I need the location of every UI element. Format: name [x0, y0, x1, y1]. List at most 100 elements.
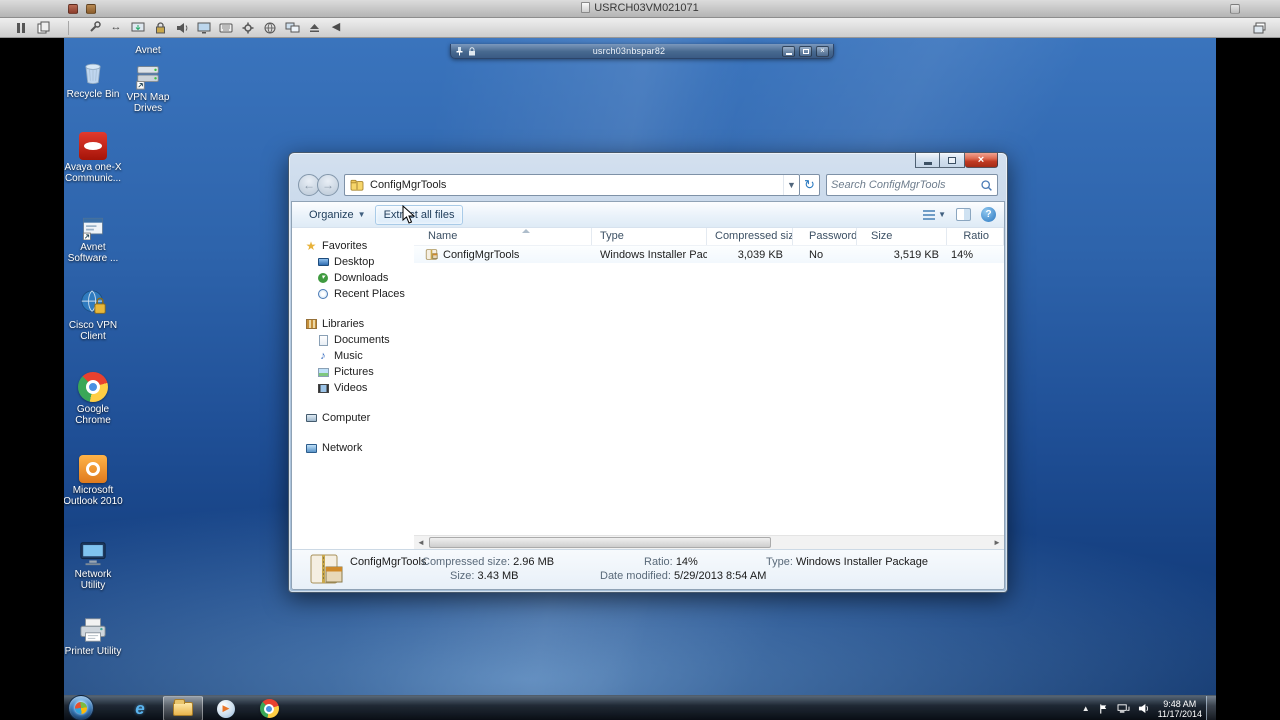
column-header-password[interactable]: Password ... — [793, 228, 857, 245]
globe-icon[interactable] — [259, 20, 281, 36]
table-row[interactable]: ConfigMgrTools Windows Installer Package… — [414, 246, 1004, 263]
chrome-icon — [259, 699, 279, 718]
details-pane: ConfigMgrTools Compressed size: 2.96 MB … — [292, 549, 1004, 589]
column-header-type[interactable]: Type — [592, 228, 707, 245]
swap-arrows-icon[interactable]: ↔ — [105, 20, 127, 36]
wrench-icon[interactable] — [83, 20, 105, 36]
taskbar-windows-explorer[interactable] — [163, 696, 203, 720]
desktop-icon-vpn-map-drives[interactable]: VPN Map Drives — [117, 58, 179, 114]
desktop-icon-google-chrome[interactable]: Google Chrome — [64, 370, 124, 426]
taskbar-media-player[interactable]: ▶ — [206, 696, 246, 720]
nav-item-desktop[interactable]: Desktop — [292, 254, 414, 270]
taskbar-google-chrome[interactable] — [249, 696, 289, 720]
search-input[interactable] — [831, 179, 980, 191]
column-header-compressed-size[interactable]: Compressed size — [707, 228, 793, 245]
extract-all-files-button[interactable]: Extract all files — [374, 204, 464, 225]
details-modified-value: 5/29/2013 8:54 AM — [674, 570, 767, 582]
clock-time: 9:48 AM — [1163, 699, 1197, 709]
window-restore-icon[interactable] — [1248, 20, 1270, 36]
network-icon — [305, 442, 317, 454]
chevron-down-icon: ▼ — [357, 210, 366, 219]
search-icon[interactable] — [980, 179, 993, 192]
details-type-value: Windows Installer Package — [795, 556, 929, 568]
monitor-download-icon[interactable] — [127, 20, 149, 36]
drives-icon — [117, 58, 179, 90]
nav-item-downloads[interactable]: Downloads — [292, 270, 414, 286]
gear-icon[interactable] — [237, 20, 259, 36]
zip-folder-icon — [350, 179, 364, 191]
desktop-icon-cisco-vpn-client[interactable]: Cisco VPN Client — [64, 286, 124, 342]
eject-icon[interactable] — [303, 20, 325, 36]
back-arrow-icon[interactable]: ◀ — [325, 20, 347, 36]
address-box[interactable]: ConfigMgrTools ▼ — [344, 174, 800, 196]
minimize-button[interactable] — [782, 45, 795, 57]
network-icon[interactable] — [1117, 703, 1130, 714]
details-ratio-value: 14% — [675, 556, 698, 568]
change-view-button[interactable]: ▼ — [923, 209, 946, 220]
horizontal-scrollbar[interactable]: ◄ ► — [414, 535, 1004, 549]
close-button[interactable]: × — [816, 45, 829, 57]
action-center-flag-icon[interactable] — [1098, 703, 1109, 715]
displays-icon[interactable] — [281, 20, 303, 36]
show-hidden-icons-button[interactable]: ▲ — [1082, 704, 1090, 713]
pause-icon[interactable] — [10, 20, 32, 36]
explorer-window: × ← → ConfigMgrTools ▼ ↻ Search ConfigMg… — [288, 152, 1008, 593]
nav-item-documents[interactable]: Documents — [292, 332, 414, 348]
volume-icon[interactable] — [1138, 703, 1150, 714]
host-fullscreen-button[interactable] — [1230, 4, 1240, 14]
column-header-name[interactable]: Name — [414, 228, 592, 245]
nav-item-network[interactable]: Network — [292, 440, 414, 456]
display-icon[interactable] — [193, 20, 215, 36]
start-button[interactable] — [68, 695, 94, 720]
msi-zip-file-icon — [425, 249, 438, 260]
toolbar-separator — [68, 20, 69, 35]
nav-item-videos[interactable]: Videos — [292, 380, 414, 396]
vnc-toolbar: ↔ ◀ — [0, 18, 1280, 38]
breadcrumb[interactable]: ConfigMgrTools — [364, 179, 452, 191]
scrollbar-thumb[interactable] — [429, 537, 772, 548]
desktop-icon-avnet-label[interactable]: Avnet — [117, 45, 179, 56]
organize-button[interactable]: Organize ▼ — [300, 205, 375, 225]
lock-icon[interactable] — [149, 20, 171, 36]
scroll-right-icon[interactable]: ► — [990, 536, 1004, 549]
nav-group-favorites[interactable]: ★ Favorites — [292, 238, 414, 254]
help-button[interactable] — [981, 207, 996, 222]
refresh-button[interactable]: ↻ — [800, 174, 820, 196]
column-header-ratio[interactable]: Ratio — [947, 228, 1004, 245]
taskbar-internet-explorer[interactable]: e — [120, 696, 160, 720]
address-dropdown-icon[interactable]: ▼ — [783, 175, 799, 195]
show-desktop-button[interactable] — [1206, 696, 1216, 720]
taskbar: e ▶ ▲ 9:48 AM 11/17/2014 — [64, 695, 1216, 720]
desktop-icon-avaya-one-x[interactable]: Avaya one-X Communic... — [64, 128, 124, 184]
lock-icon — [469, 46, 475, 55]
minimize-button[interactable] — [915, 153, 940, 168]
preview-pane-button[interactable] — [956, 208, 971, 221]
documents-icon — [317, 334, 329, 346]
desktop-icon-avnet-software[interactable]: Avnet Software ... — [64, 208, 124, 264]
maximize-button[interactable] — [940, 153, 965, 168]
details-modified-label: Date modified: — [600, 570, 671, 582]
restore-button[interactable] — [799, 45, 812, 57]
rdp-connection-bar: usrch03nbspar82 × — [450, 44, 834, 59]
nav-item-recent-places[interactable]: Recent Places — [292, 286, 414, 302]
nav-group-libraries[interactable]: Libraries — [292, 316, 414, 332]
column-header-size[interactable]: Size — [857, 228, 947, 245]
keyboard-icon[interactable] — [215, 20, 237, 36]
volume-icon[interactable] — [171, 20, 193, 36]
desktop-icon-printer-utility[interactable]: Printer Utility — [64, 612, 124, 657]
scroll-left-icon[interactable]: ◄ — [414, 536, 428, 549]
forward-button[interactable]: → — [317, 174, 339, 196]
nav-item-pictures[interactable]: Pictures — [292, 364, 414, 380]
pin-icon[interactable] — [455, 46, 464, 56]
chrome-icon — [64, 370, 124, 402]
command-bar: Organize ▼ Extract all files ▼ — [292, 202, 1004, 228]
nav-item-computer[interactable]: Computer — [292, 410, 414, 426]
desktop-icon-recycle-bin[interactable]: Recycle Bin — [64, 55, 124, 100]
nav-item-music[interactable]: ♪ Music — [292, 348, 414, 364]
taskbar-clock[interactable]: 9:48 AM 11/17/2014 — [1158, 698, 1202, 719]
desktop-icon-microsoft-outlook[interactable]: Microsoft Outlook 2010 — [64, 451, 124, 507]
internet-explorer-icon: e — [135, 698, 145, 718]
copy-icon[interactable] — [32, 20, 54, 36]
close-button[interactable]: × — [965, 153, 998, 168]
desktop-icon-network-utility[interactable]: Network Utility — [64, 535, 124, 591]
